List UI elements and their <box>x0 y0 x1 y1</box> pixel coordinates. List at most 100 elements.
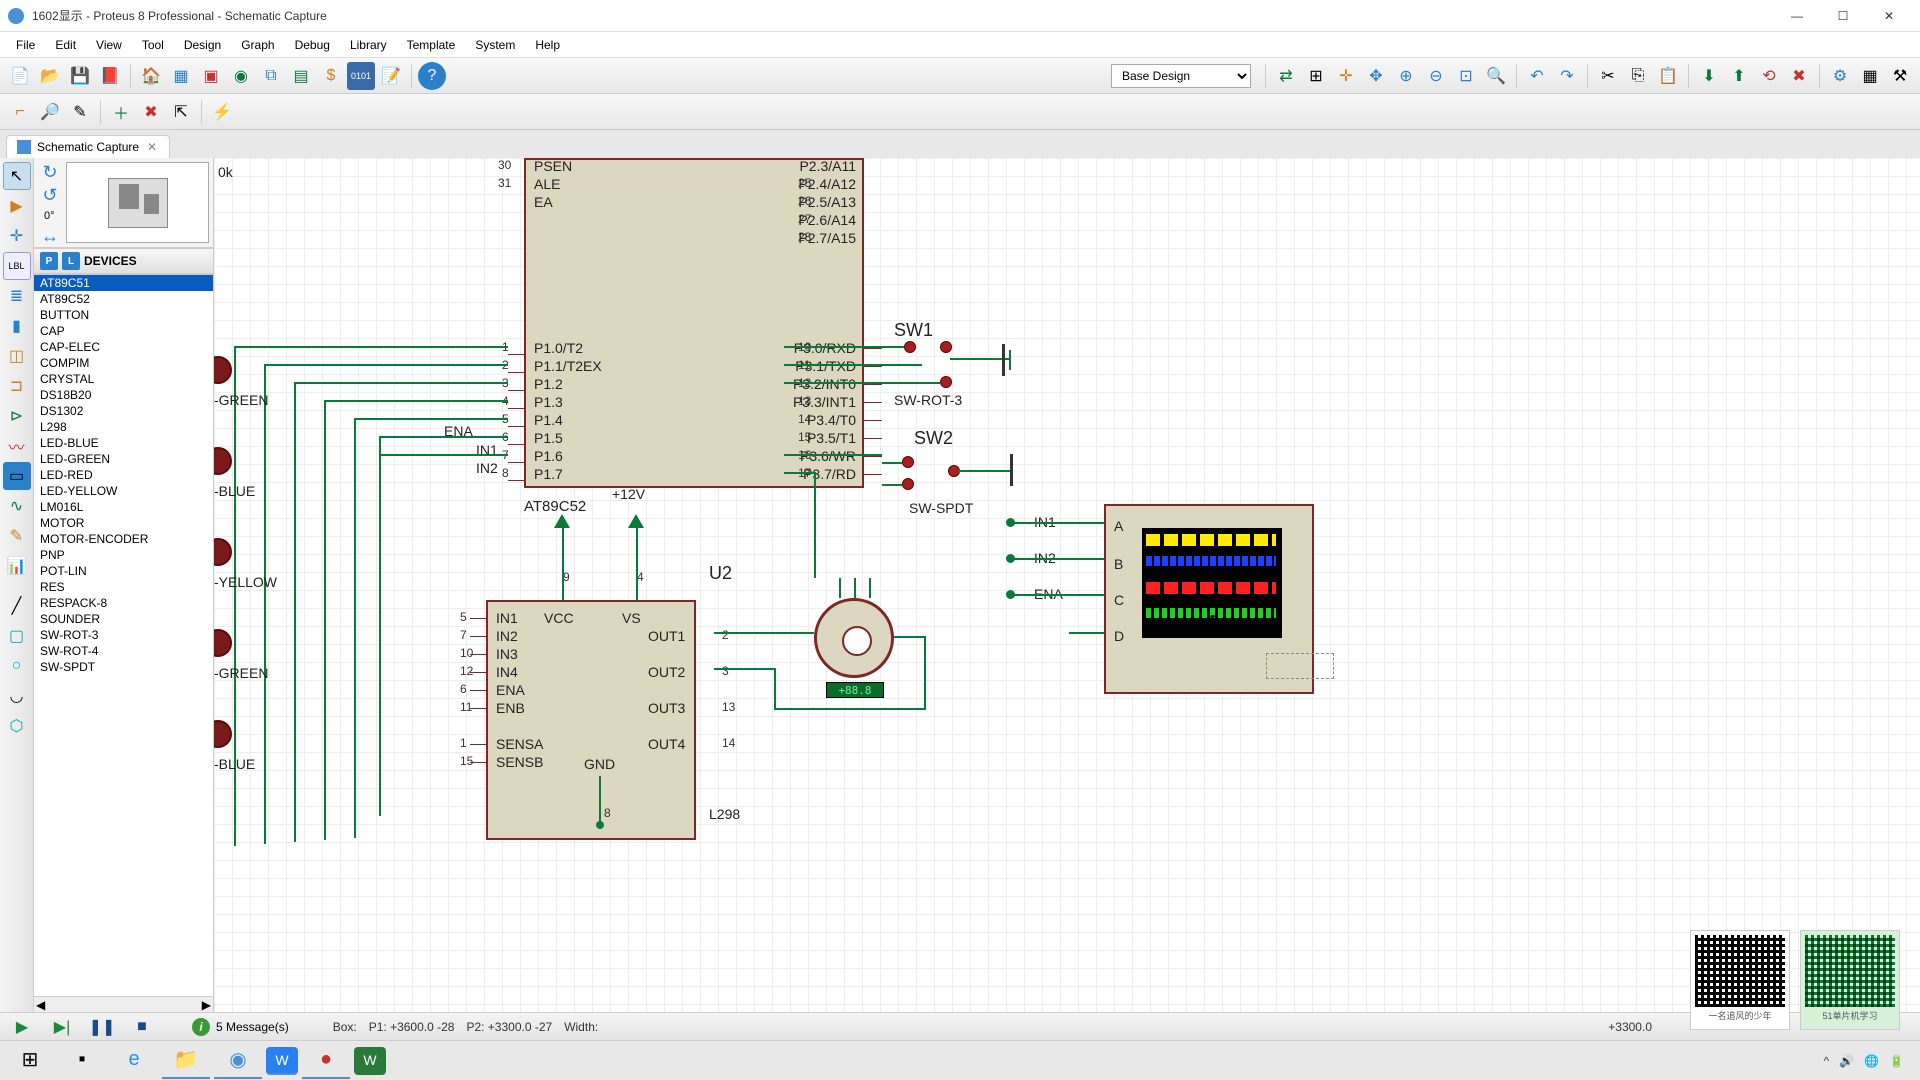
device-item[interactable]: RESPACK-8 <box>34 595 213 611</box>
device-item[interactable]: DS18B20 <box>34 387 213 403</box>
menu-template[interactable]: Template <box>397 34 466 56</box>
task-wps-icon[interactable]: W <box>266 1047 298 1075</box>
instrument-mode-icon[interactable]: 📊 <box>3 552 31 580</box>
overview-window[interactable] <box>66 162 209 243</box>
sw1-dot-3[interactable] <box>940 376 952 388</box>
tray-battery-icon[interactable]: 🔋 <box>1889 1054 1904 1068</box>
pick-device-button[interactable]: P <box>40 252 58 270</box>
close-button[interactable]: ✕ <box>1866 0 1912 32</box>
property-tool-icon[interactable]: ✎ <box>66 98 94 126</box>
run-button[interactable]: ▶ <box>8 1016 36 1038</box>
scroll-left-icon[interactable]: ◀ <box>36 998 45 1012</box>
redo-icon[interactable]: ↷ <box>1553 62 1581 90</box>
arc-2d-icon[interactable]: ◡ <box>3 682 31 710</box>
device-item[interactable]: MOTOR <box>34 515 213 531</box>
menu-edit[interactable]: Edit <box>45 34 86 56</box>
decompose-icon[interactable]: ⚒ <box>1886 62 1914 90</box>
menu-library[interactable]: Library <box>340 34 397 56</box>
device-item[interactable]: LED-BLUE <box>34 435 213 451</box>
transfer-icon[interactable]: ⇄ <box>1272 62 1300 90</box>
device-list[interactable]: AT89C51AT89C52BUTTONCAPCAP-ELECCOMPIMCRY… <box>34 274 213 996</box>
tray-network-icon[interactable]: 🌐 <box>1864 1054 1879 1068</box>
status-messages[interactable]: i 5 Message(s) <box>192 1018 289 1036</box>
zoom-out-icon[interactable]: ⊖ <box>1422 62 1450 90</box>
library-button[interactable]: L <box>62 252 80 270</box>
device-item[interactable]: RES <box>34 579 213 595</box>
selection-mode-icon[interactable]: ↖ <box>3 162 31 190</box>
block-rotate-icon[interactable]: ⟲ <box>1755 62 1783 90</box>
home-icon[interactable]: 🏠 <box>137 62 165 90</box>
task-edge-icon[interactable]: e <box>110 1043 158 1079</box>
device-item[interactable]: LM016L <box>34 499 213 515</box>
schematic-icon[interactable]: ▦ <box>167 62 195 90</box>
minimize-button[interactable]: — <box>1774 0 1820 32</box>
probe-mode-icon[interactable]: ✎ <box>3 522 31 550</box>
device-item[interactable]: PNP <box>34 547 213 563</box>
package-icon[interactable]: ▦ <box>1856 62 1884 90</box>
block-delete-icon[interactable]: ✖ <box>1785 62 1813 90</box>
tab-schematic[interactable]: Schematic Capture ✕ <box>6 135 170 158</box>
task-terminal-icon[interactable]: ▪ <box>58 1043 106 1079</box>
pause-button[interactable]: ❚❚ <box>88 1016 116 1038</box>
tape-mode-icon[interactable]: ▭ <box>3 462 31 490</box>
menu-tool[interactable]: Tool <box>132 34 174 56</box>
device-item[interactable]: LED-RED <box>34 467 213 483</box>
device-item[interactable]: SW-SPDT <box>34 659 213 675</box>
goto-sheet-icon[interactable]: ⇱ <box>167 98 195 126</box>
device-item[interactable]: CAP-ELEC <box>34 339 213 355</box>
graph-mode-icon[interactable]: 〰 <box>3 432 31 460</box>
device-item[interactable]: MOTOR-ENCODER <box>34 531 213 547</box>
task-word-icon[interactable]: W <box>354 1047 386 1075</box>
line-2d-icon[interactable]: ╱ <box>3 592 31 620</box>
undo-icon[interactable]: ↶ <box>1523 62 1551 90</box>
new-sheet-icon[interactable]: ＋ <box>107 98 135 126</box>
device-item[interactable]: AT89C51 <box>34 275 213 291</box>
device-item[interactable]: CAP <box>34 323 213 339</box>
mirror-h-icon[interactable]: ↔ <box>38 226 62 247</box>
terminal-mode-icon[interactable]: ⊐ <box>3 372 31 400</box>
menu-view[interactable]: View <box>86 34 132 56</box>
tray-volume-icon[interactable]: 🔊 <box>1839 1054 1854 1068</box>
pan-icon[interactable]: ✥ <box>1362 62 1390 90</box>
rotate-cw-icon[interactable]: ↻ <box>38 162 62 183</box>
menu-debug[interactable]: Debug <box>285 34 340 56</box>
bus-mode-icon[interactable]: ▮ <box>3 312 31 340</box>
component-mode-icon[interactable]: ▶ <box>3 192 31 220</box>
save-icon[interactable]: 💾 <box>66 62 94 90</box>
rotate-ccw-icon[interactable]: ↺ <box>38 185 62 206</box>
3d-icon[interactable]: ◉ <box>227 62 255 90</box>
open-icon[interactable]: 📂 <box>36 62 64 90</box>
label-mode-icon[interactable]: LBL <box>3 252 31 280</box>
bom-icon[interactable]: ▤ <box>287 62 315 90</box>
task-record-icon[interactable]: ● <box>302 1043 350 1079</box>
exit-sheet-icon[interactable]: ⚡ <box>208 98 236 126</box>
motor[interactable] <box>814 598 894 678</box>
device-item[interactable]: LED-YELLOW <box>34 483 213 499</box>
zoom-area-icon[interactable]: 🔍 <box>1482 62 1510 90</box>
menu-graph[interactable]: Graph <box>231 34 284 56</box>
sw2-dot-1[interactable] <box>902 456 914 468</box>
gerber-icon[interactable]: ⧉ <box>257 62 285 90</box>
device-item[interactable]: LED-GREEN <box>34 451 213 467</box>
pin-mode-icon[interactable]: ⊳ <box>3 402 31 430</box>
menu-file[interactable]: File <box>6 34 45 56</box>
device-item[interactable]: DS1302 <box>34 403 213 419</box>
grid-icon[interactable]: ⊞ <box>1302 62 1330 90</box>
step-button[interactable]: ▶| <box>48 1016 76 1038</box>
paste-icon[interactable]: 📋 <box>1654 62 1682 90</box>
junction-mode-icon[interactable]: ✛ <box>3 222 31 250</box>
cut-icon[interactable]: ✂ <box>1594 62 1622 90</box>
stop-button[interactable]: ■ <box>128 1016 156 1038</box>
pick-icon[interactable]: ⚙ <box>1826 62 1854 90</box>
scroll-right-icon[interactable]: ▶ <box>202 998 211 1012</box>
device-item[interactable]: SW-ROT-3 <box>34 627 213 643</box>
close-project-icon[interactable]: 📕 <box>96 62 124 90</box>
vsm-icon[interactable]: 0101 <box>347 62 375 90</box>
device-item[interactable]: POT-LIN <box>34 563 213 579</box>
origin-icon[interactable]: ✛ <box>1332 62 1360 90</box>
wire-tool-icon[interactable]: ⌐ <box>6 98 34 126</box>
pcb-icon[interactable]: ▣ <box>197 62 225 90</box>
circle-2d-icon[interactable]: ○ <box>3 652 31 680</box>
block-copy-icon[interactable]: ⬇ <box>1695 62 1723 90</box>
new-icon[interactable]: 📄 <box>6 62 34 90</box>
